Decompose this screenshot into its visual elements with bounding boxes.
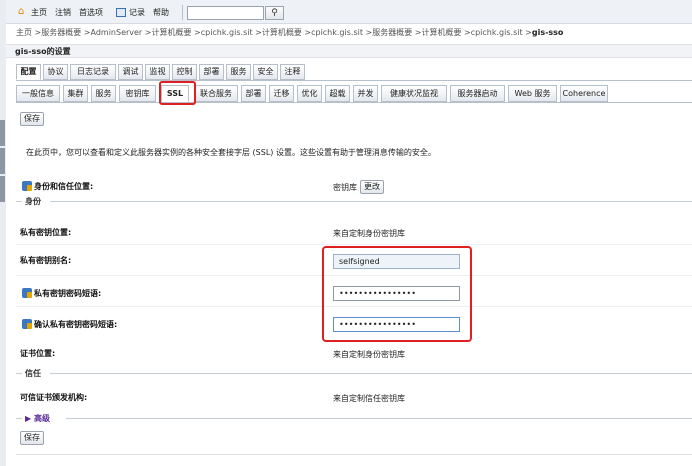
cert-location-value: 来自定制身份密钥库 [333,350,405,359]
intro-text: 在此页中，您可以查看和定义此服务器实例的各种安全套接字层 (SSL) 设置。这些… [26,148,436,157]
section-divider [16,201,22,202]
breadcrumb-path[interactable]: 主页 >服务器概要 >AdminServer >计算机概要 >cpichk.gi… [16,28,532,37]
tab-web-services[interactable]: Web 服务 [508,85,557,102]
tab-migration[interactable]: 迁移 [269,85,294,102]
help-icon[interactable] [22,181,32,191]
tab-protocols[interactable]: 协议 [43,64,68,80]
tab-concurrency[interactable]: 并发 [353,85,378,102]
change-button[interactable]: 更改 [360,180,384,194]
home-icon[interactable]: ⌂ [18,7,28,17]
left-edge-bar [0,0,6,466]
left-edge-marker [0,176,5,202]
breadcrumb-current: gis-sso [531,28,564,37]
tab-keystores[interactable]: 密钥库 [119,85,156,102]
breadcrumb: 主页 >服务器概要 >AdminServer >计算机概要 >cpichk.gi… [16,28,563,38]
private-key-alias-label: 私有密钥别名: [20,256,72,265]
private-key-location-label: 私有密钥位置: [20,228,72,237]
primary-tabs-baseline [16,80,692,81]
preferences-link[interactable]: 首选项 [79,8,103,18]
tab-control[interactable]: 控制 [172,64,197,80]
cert-location-label: 证书位置: [20,349,56,358]
page-title-bar: gis-sso的设置 [6,44,692,58]
identity-trust-label: 身份和信任位置: [22,181,93,192]
home-link[interactable]: 主页 [31,8,47,18]
tab-services[interactable]: 服务 [226,64,251,80]
left-edge-marker [0,148,5,174]
confirm-passphrase-label: 确认私有密钥密码短语: [22,319,117,330]
identity-trust-value: 密钥库 [333,183,357,192]
tab-monitoring[interactable]: 监视 [145,64,170,80]
tab-overload[interactable]: 超载 [325,85,350,102]
help-icon[interactable] [22,288,32,298]
search-icon: ⚲ [271,8,278,18]
section-divider [66,418,692,419]
toolbar-divider [182,5,183,20]
section-divider [16,373,22,374]
section-divider [50,373,692,374]
expand-arrow-icon: ▶ [25,414,32,423]
record-icon[interactable] [116,8,126,17]
fields-highlight [322,246,472,342]
secondary-tabs-baseline [16,102,692,103]
row-divider [16,244,692,245]
advanced-section-toggle[interactable]: ▶ 高级 [25,414,50,424]
section-divider [16,418,22,419]
tab-tuning[interactable]: 优化 [297,85,322,102]
tab-sub-deployments[interactable]: 部署 [241,85,266,102]
help-icon[interactable] [22,319,32,329]
save-button-bottom[interactable]: 保存 [20,431,44,445]
search-button[interactable]: ⚲ [265,6,284,20]
section-trust-title: 信任 [25,369,41,378]
passphrase-label: 私有密钥密码短语: [22,288,101,299]
ssl-tab-highlight [159,81,196,105]
help-link[interactable]: 帮助 [153,8,169,18]
logout-link[interactable]: 注销 [55,8,71,18]
tab-logging[interactable]: 日志记录 [70,64,116,80]
tab-cluster[interactable]: 集群 [63,85,88,102]
tab-deployments[interactable]: 部署 [199,64,224,80]
section-identity-title: 身份 [25,197,41,206]
tab-server-start[interactable]: 服务器启动 [450,85,505,102]
tab-config[interactable]: 配置 [16,64,41,80]
private-key-location-value: 来自定制身份密钥库 [333,229,405,238]
trusted-ca-value: 来自定制信任密钥库 [333,394,405,403]
search-input[interactable] [187,6,264,20]
record-link[interactable]: 记录 [129,8,145,18]
tab-general[interactable]: 一般信息 [16,85,60,102]
left-edge-marker [0,120,5,146]
page-title: gis-sso的设置 [15,47,71,56]
tab-security[interactable]: 安全 [253,64,278,80]
save-button-top[interactable]: 保存 [20,112,44,126]
tab-debug[interactable]: 调试 [118,64,143,80]
tab-coherence[interactable]: Coherence [560,85,608,102]
tab-sub-services[interactable]: 服务 [91,85,116,102]
trusted-ca-label: 可信证书颁发机构: [20,393,88,402]
tab-federation-services[interactable]: 联合服务 [194,85,238,102]
section-divider [50,201,692,202]
tab-notes[interactable]: 注释 [280,64,305,80]
bottom-divider [16,454,692,455]
top-toolbar: ⌂ 主页 注销 首选项 记录 帮助 ⚲ [6,0,692,24]
tab-health-monitoring[interactable]: 健康状况监视 [381,85,447,102]
